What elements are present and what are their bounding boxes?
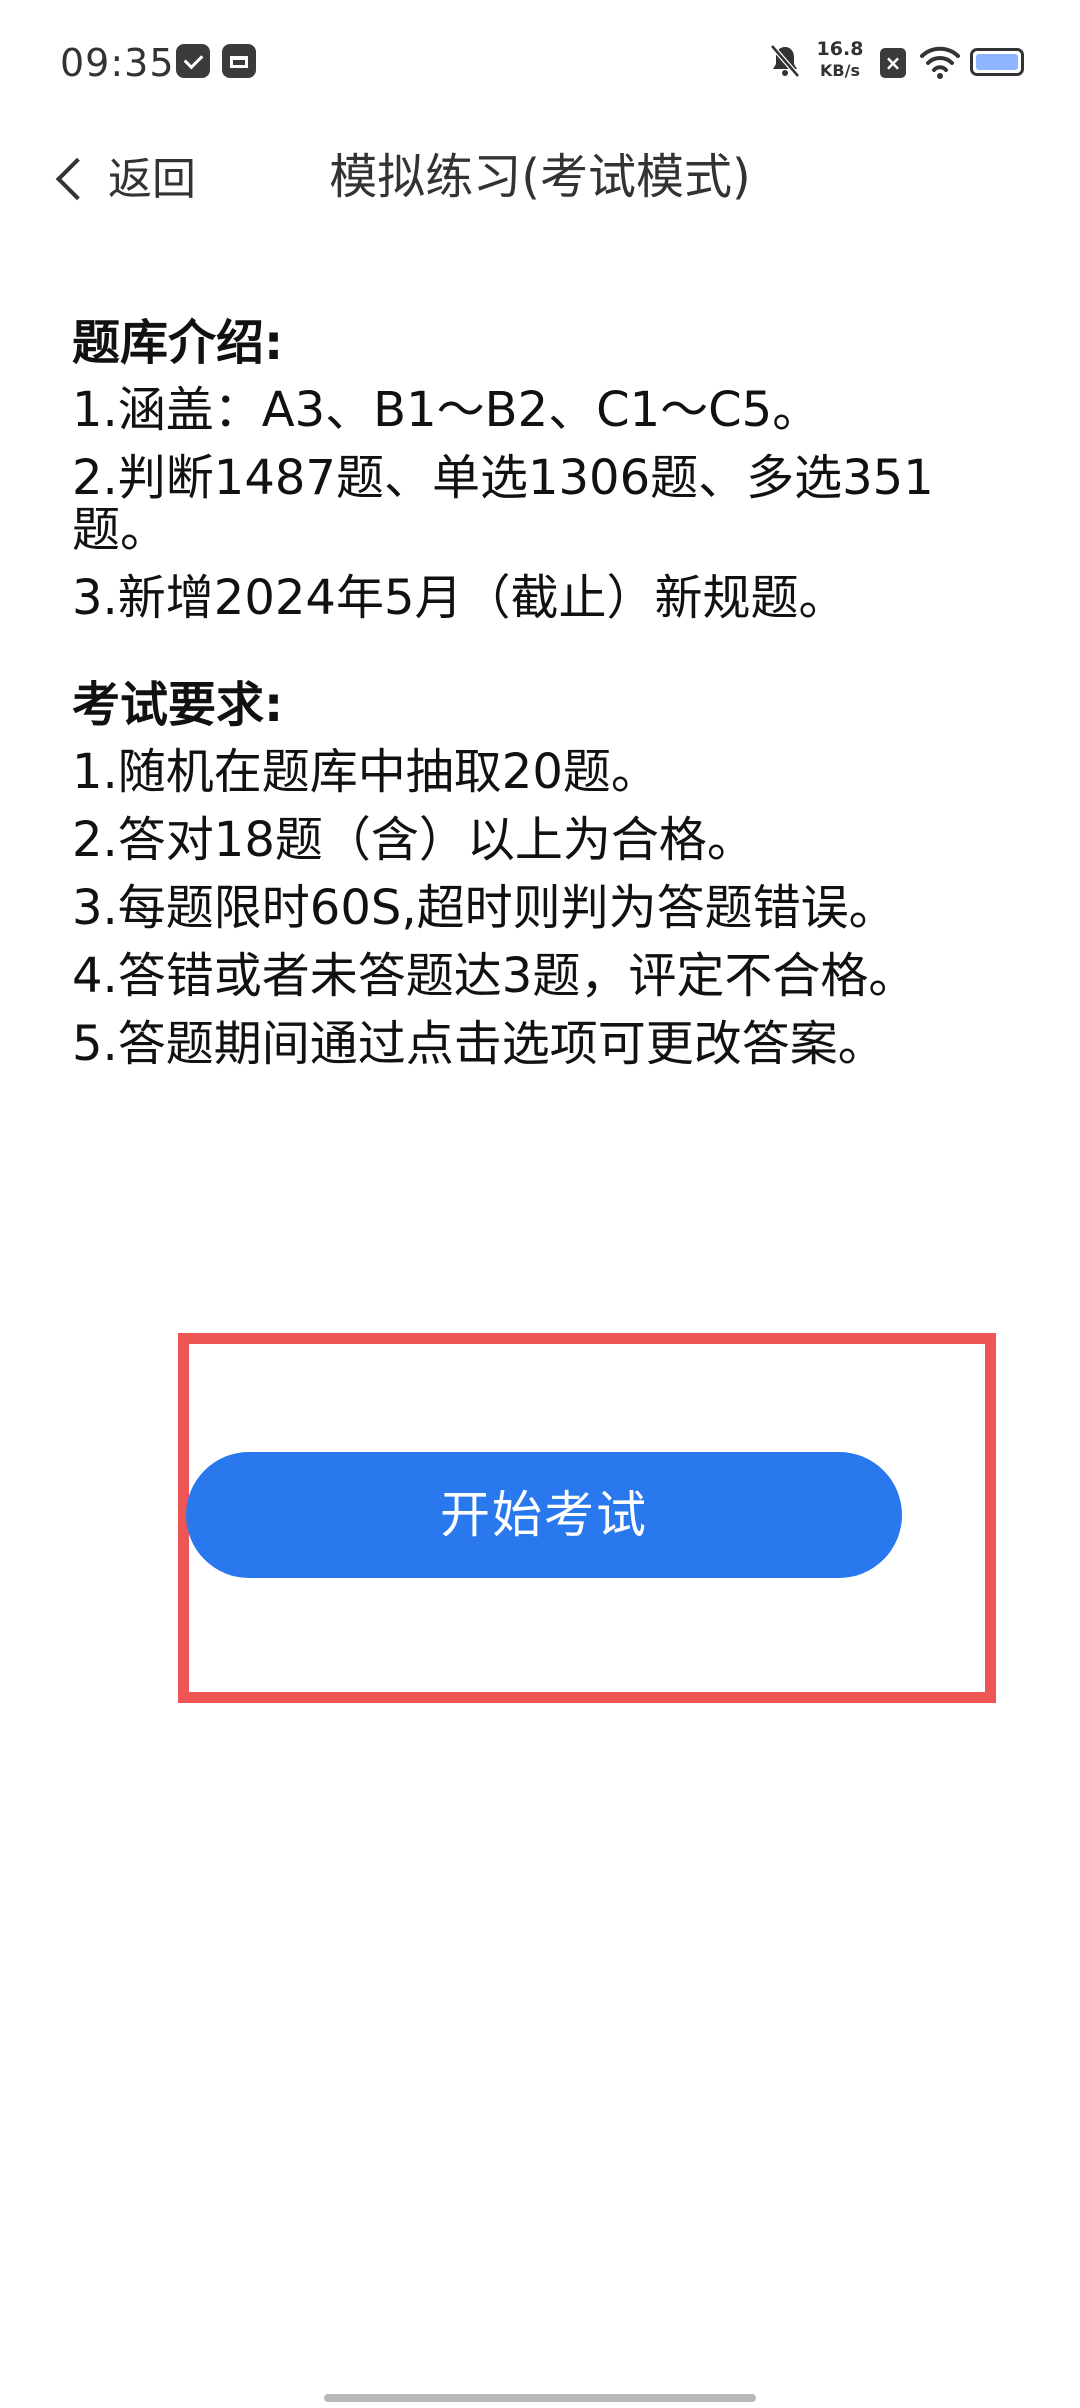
- exam-rule-item: 4.答错或者未答题达3题，评定不合格。: [72, 948, 917, 1004]
- sim-disabled-icon: ×: [880, 48, 906, 78]
- exam-rule-item: 1.随机在题库中抽取20题。: [72, 744, 659, 800]
- bank-intro-item: 3.新增2024年5月（截止）新规题。: [72, 570, 847, 626]
- bank-intro-item: 1.涵盖：A3、B1～B2、C1～C5。: [72, 382, 821, 438]
- screen: 09:35 16.8 KB/s × 返回 模拟练习(考试模式) 题库介绍: 1.…: [0, 0, 1080, 2408]
- battery-icon: [970, 48, 1024, 76]
- nav-bar: 返回 模拟练习(考试模式): [0, 130, 1080, 230]
- home-indicator[interactable]: [324, 2394, 756, 2402]
- network-speed: 16.8 KB/s: [810, 38, 870, 82]
- bank-intro-item: 2.判断1487题、单选1306题、多选351题。: [72, 450, 934, 558]
- exam-rules-section: 考试要求: 1.随机在题库中抽取20题。 2.答对18题（含）以上为合格。 3.…: [72, 672, 972, 1078]
- start-exam-button[interactable]: 开始考试: [186, 1452, 902, 1578]
- mute-icon: [770, 44, 800, 78]
- exam-rule-item: 2.答对18题（含）以上为合格。: [72, 812, 755, 868]
- status-time: 09:35: [60, 41, 175, 85]
- bank-intro-title: 题库介绍:: [72, 315, 284, 371]
- box-notification-icon: [222, 44, 256, 78]
- exam-rule-item: 5.答题期间通过点击选项可更改答案。: [72, 1016, 886, 1072]
- network-speed-unit: KB/s: [820, 61, 860, 80]
- exam-rules-title: 考试要求:: [72, 677, 284, 733]
- battery-level: [976, 54, 1018, 70]
- message-notification-icon: [176, 44, 210, 78]
- bank-intro-section: 题库介绍: 1.涵盖：A3、B1～B2、C1～C5。 2.判断1487题、单选1…: [72, 310, 972, 632]
- exam-rule-item: 3.每题限时60S,超时则判为答题错误。: [72, 880, 897, 936]
- network-speed-value: 16.8: [816, 38, 864, 60]
- wifi-icon: [920, 46, 960, 79]
- status-bar: 09:35 16.8 KB/s ×: [0, 0, 1080, 120]
- content: 题库介绍: 1.涵盖：A3、B1～B2、C1～C5。 2.判断1487题、单选1…: [72, 310, 972, 1078]
- page-title: 模拟练习(考试模式): [329, 149, 751, 205]
